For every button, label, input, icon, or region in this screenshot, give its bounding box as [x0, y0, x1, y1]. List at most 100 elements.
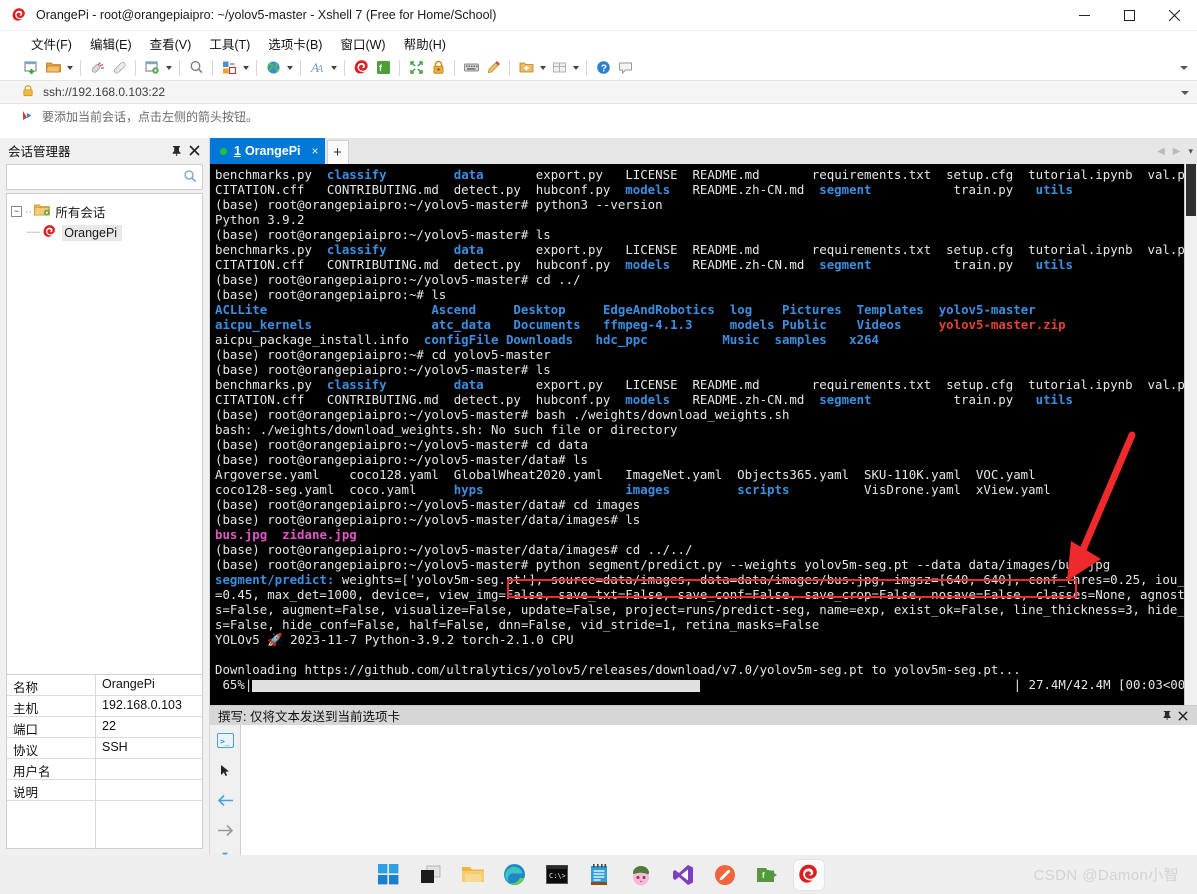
terminal-segment [573, 332, 595, 347]
pin-icon[interactable] [167, 142, 185, 160]
terminal-progress-line: 65%| | 27.4M/42.4M [00:03<00:01, 11.7MB/… [215, 677, 1184, 692]
menu-help[interactable]: 帮助(H) [395, 32, 455, 55]
tree-line: ┄┄ [27, 227, 41, 239]
globe-icon[interactable] [262, 57, 284, 79]
new-session-icon[interactable] [20, 57, 42, 79]
tab-orangepi[interactable]: 1 OrangePi × [210, 138, 325, 164]
start-windows-icon[interactable] [374, 860, 404, 890]
keyboard-icon[interactable] [460, 57, 482, 79]
open-folder-dropdown-icon[interactable] [64, 57, 75, 79]
tab-list-icon[interactable]: ▾ [1188, 146, 1193, 157]
menu-view[interactable]: 查看(V) [141, 32, 201, 55]
session-properties-dropdown-icon[interactable] [163, 57, 174, 79]
terminal-scrollbar[interactable] [1184, 164, 1197, 705]
menu-window[interactable]: 窗口(W) [331, 32, 394, 55]
property-value: 22 [102, 719, 116, 733]
tab-navigation: ◀ ▶ ▾ [1157, 138, 1193, 164]
compose-pane: 撰写: 仅将文本发送到当前选项卡 >_ [210, 705, 1197, 870]
session-search-box[interactable] [6, 164, 203, 190]
toolbar-overflow-icon[interactable] [1177, 55, 1191, 80]
minimize-button[interactable] [1062, 0, 1107, 31]
lock-icon[interactable] [427, 57, 449, 79]
add-folder-dropdown-icon[interactable] [537, 57, 548, 79]
terminal-segment: utils [1035, 182, 1073, 197]
terminal-icon[interactable]: C:\> [542, 860, 572, 890]
anime-app-icon[interactable] [626, 860, 656, 890]
expander-icon[interactable]: − [11, 206, 22, 217]
tree-item-orangepi[interactable]: ┄┄ OrangePi [11, 222, 198, 243]
back-arrow-icon[interactable] [215, 790, 235, 810]
search-icon[interactable] [183, 169, 197, 186]
connection-status-dot [220, 147, 227, 155]
task-view-icon[interactable] [416, 860, 446, 890]
xshell-window: OrangePi - root@orangepiaipro: ~/yolov5-… [0, 0, 1197, 894]
session-properties-icon[interactable] [141, 57, 163, 79]
terminal-segment: (base) root@orangepiaipro:~/yolov5-maste… [215, 197, 663, 212]
globe-dropdown-icon[interactable] [284, 57, 295, 79]
highlight-icon[interactable] [482, 57, 504, 79]
file-explorer-icon[interactable] [458, 860, 488, 890]
xshell-icon[interactable] [793, 859, 824, 890]
terminal-segment [648, 332, 723, 347]
edge-browser-icon[interactable] [500, 860, 530, 890]
terminal-segment: =0.45, max_det=1000, device=, view_img=F… [215, 587, 1184, 602]
forward-arrow-icon[interactable] [215, 820, 235, 840]
open-folder-icon[interactable] [42, 57, 64, 79]
notepad-icon[interactable] [584, 860, 614, 890]
visual-studio-icon[interactable] [668, 860, 698, 890]
terminal-pane[interactable]: benchmarks.py classify data export.py LI… [210, 164, 1197, 705]
terminal-segment: data [453, 377, 484, 392]
compose-input[interactable] [240, 725, 1197, 870]
tab-close-icon[interactable]: × [312, 144, 319, 158]
menu-tabs[interactable]: 选项卡(B) [259, 32, 331, 55]
property-value-empty [96, 801, 202, 849]
toolbar-separator [212, 59, 213, 76]
disconnect-icon[interactable] [86, 57, 108, 79]
xshell-icon[interactable] [350, 57, 372, 79]
terminal-segment [566, 302, 603, 317]
font-dropdown-icon[interactable] [328, 57, 339, 79]
terminal-icon[interactable]: >_ [215, 730, 235, 750]
menu-file[interactable]: 文件(F) [22, 32, 81, 55]
layout-dropdown-icon[interactable] [570, 57, 581, 79]
reconnect-icon[interactable] [108, 57, 130, 79]
terminal-segment [692, 317, 729, 332]
pin-icon[interactable] [1159, 708, 1175, 724]
transfer-icon[interactable] [218, 57, 240, 79]
session-search-input[interactable] [12, 169, 183, 185]
close-icon[interactable] [1175, 708, 1191, 724]
search-icon[interactable] [185, 57, 207, 79]
close-button[interactable] [1152, 0, 1197, 31]
help-icon[interactable]: ? [592, 57, 614, 79]
chevron-down-icon[interactable] [1181, 81, 1189, 105]
xftp-icon[interactable]: f [752, 860, 782, 890]
tab-prev-icon[interactable]: ◀ [1157, 146, 1165, 157]
transfer-dropdown-icon[interactable] [240, 57, 251, 79]
comment-icon[interactable] [614, 57, 636, 79]
font-icon[interactable]: A A [306, 57, 328, 79]
tab-next-icon[interactable]: ▶ [1173, 146, 1181, 157]
property-value [96, 780, 202, 800]
session-manager-panel: 会话管理器 − ·· 所有会话 ┄┄ OrangePi 名称 OrangePi … [0, 138, 210, 855]
terminal-segment: (base) root@orangepiaipro:~/yolov5-maste… [215, 452, 588, 467]
paint-icon[interactable] [710, 860, 740, 890]
terminal-segment: Documents [513, 317, 581, 332]
tree-root-all-sessions[interactable]: − ·· 所有会话 [11, 201, 198, 222]
terminal-segment: zidane.jpg [282, 527, 357, 542]
new-tab-button[interactable]: + [326, 140, 349, 164]
terminal-output[interactable]: benchmarks.py classify data export.py LI… [210, 164, 1184, 705]
cursor-icon[interactable] [215, 760, 235, 780]
terminal-segment: samples [774, 332, 827, 347]
fullscreen-icon[interactable] [405, 57, 427, 79]
menu-tools[interactable]: 工具(T) [200, 32, 259, 55]
terminal-segment: yolov5-master [938, 302, 1036, 317]
layout-icon[interactable] [548, 57, 570, 79]
menu-edit[interactable]: 编辑(E) [81, 32, 141, 55]
maximize-button[interactable] [1107, 0, 1152, 31]
close-icon[interactable] [185, 142, 203, 160]
progress-gap [700, 677, 1013, 692]
scrollbar-thumb[interactable] [1186, 164, 1196, 216]
xftp-icon[interactable]: f [372, 57, 394, 79]
address-bar[interactable]: ssh://192.168.0.103:22 [0, 80, 1197, 104]
add-folder-icon[interactable] [515, 57, 537, 79]
